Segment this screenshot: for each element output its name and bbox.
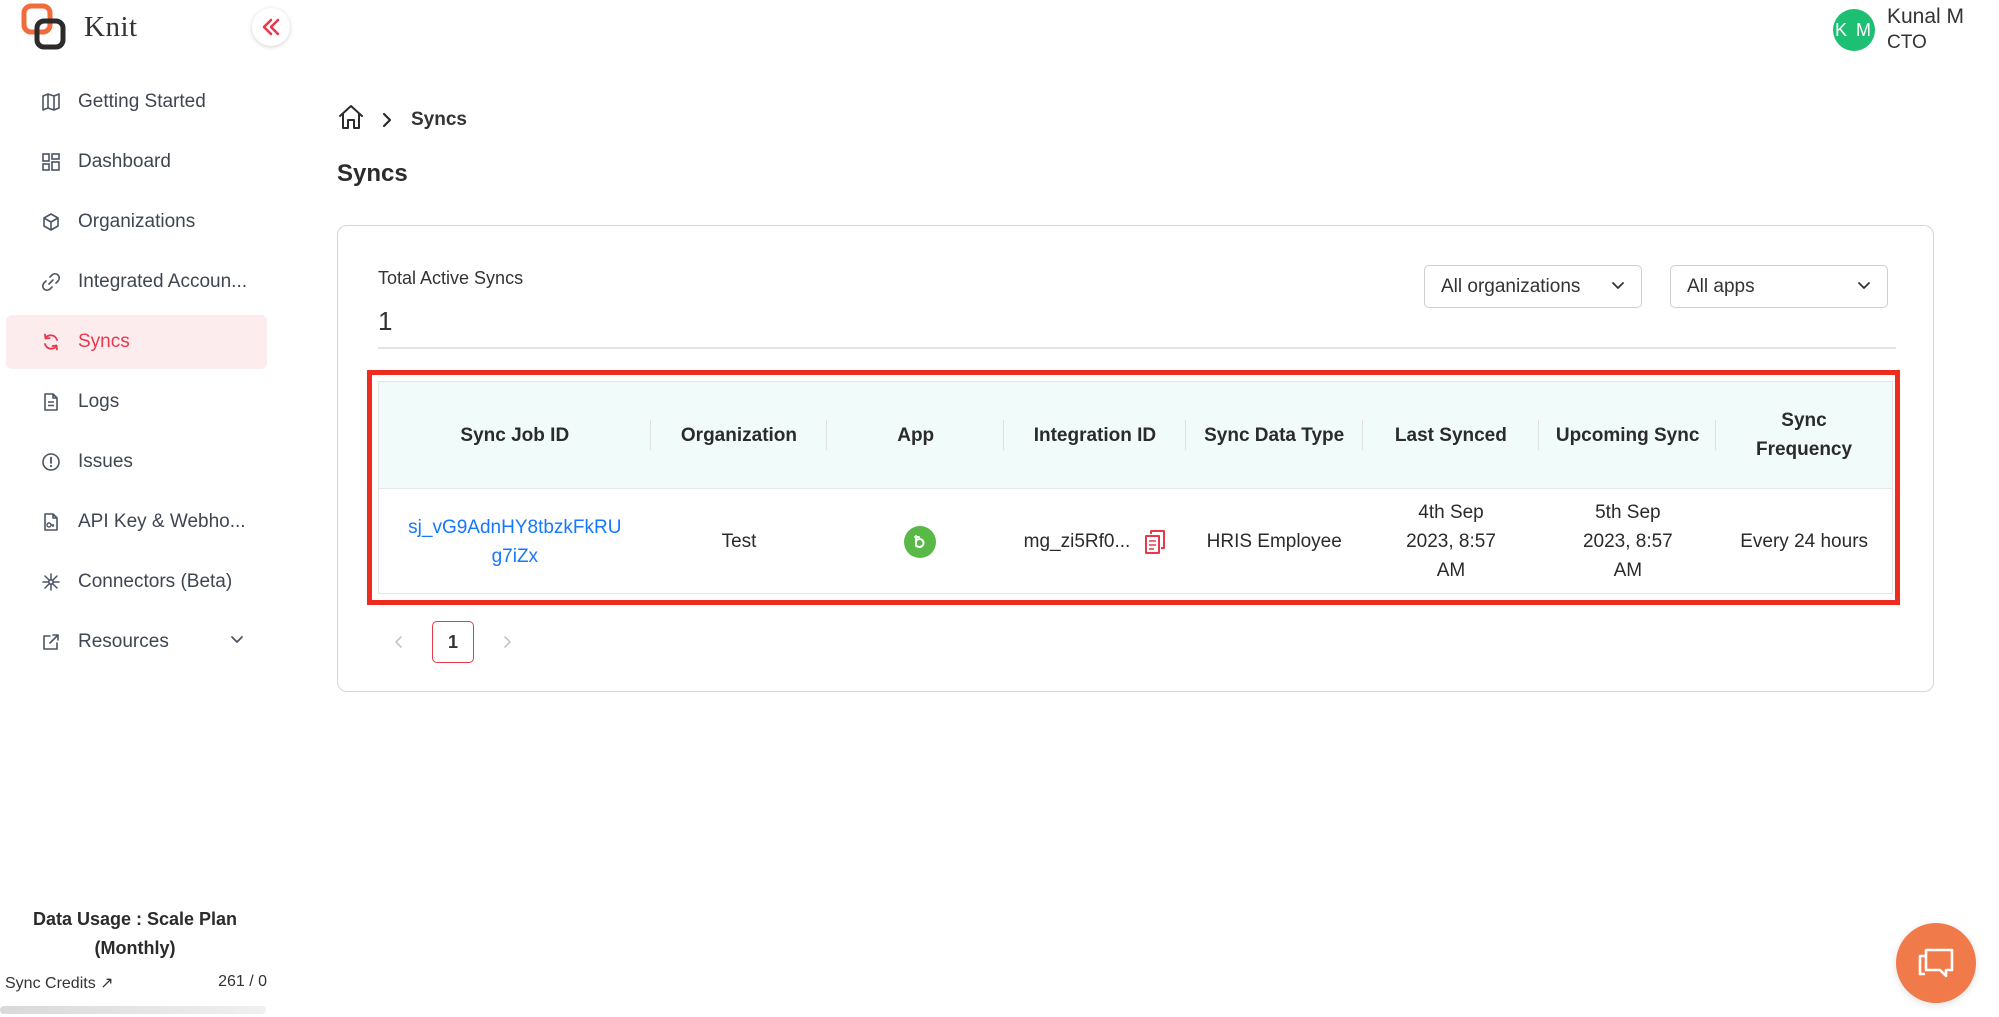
chevron-down-icon[interactable] — [229, 631, 245, 653]
pagination: 1 — [378, 621, 528, 663]
map-icon — [40, 91, 62, 113]
sidebar-item-dashboard[interactable]: Dashboard — [6, 135, 267, 189]
sync-credits[interactable]: Sync Credits ↗ 261 / 0 — [5, 973, 267, 993]
app-name: Knit — [84, 10, 138, 43]
user-name: Kunal M — [1887, 5, 1965, 28]
sidebar-item-label: Connectors (Beta) — [78, 571, 233, 592]
sidebar-item-label: Syncs — [78, 331, 130, 352]
chat-icon — [1918, 948, 1954, 978]
sidebar-nav: Getting Started Dashboard Organizations … — [6, 75, 267, 675]
page-number-button[interactable]: 1 — [432, 621, 474, 663]
sync-credits-value: 261 / 0 — [218, 973, 267, 990]
total-active-syncs-value: 1 — [378, 306, 393, 336]
sync-icon — [40, 331, 62, 353]
user-role: CTO — [1887, 32, 1927, 53]
sidebar-item-label: Logs — [78, 391, 120, 412]
annotation-highlight-box — [367, 370, 1900, 605]
breadcrumb-current: Syncs — [411, 109, 467, 130]
connectors-icon — [40, 571, 62, 593]
data-usage-title: Data Usage : Scale Plan (Monthly) — [32, 909, 238, 958]
apps-filter-select[interactable]: All apps — [1670, 265, 1888, 308]
chevron-right-icon — [381, 112, 393, 128]
sidebar-item-connectors[interactable]: Connectors (Beta) — [6, 555, 267, 609]
collapse-sidebar-button[interactable] — [252, 8, 290, 46]
sidebar-item-logs[interactable]: Logs — [6, 375, 267, 429]
syncs-card: Total Active Syncs 1 All organizations A… — [337, 225, 1934, 692]
sidebar-item-integrated-accounts[interactable]: Integrated Accoun... — [6, 255, 267, 309]
sidebar-item-issues[interactable]: Issues — [6, 435, 267, 489]
previous-page-button[interactable] — [378, 621, 420, 663]
brand-logo[interactable]: Knit — [20, 2, 138, 52]
chevron-down-icon — [1857, 276, 1871, 298]
sidebar-item-label: Issues — [78, 451, 133, 472]
sidebar-item-resources[interactable]: Resources — [6, 615, 267, 669]
page-title: Syncs — [337, 160, 408, 187]
sync-credits-link[interactable]: Sync Credits ↗ — [5, 973, 114, 993]
sidebar-item-organizations[interactable]: Organizations — [6, 195, 267, 249]
document-icon — [40, 391, 62, 413]
organization-filter-value: All organizations — [1441, 275, 1581, 297]
sidebar-item-label: API Key & Webho... — [78, 511, 246, 532]
sidebar: Knit Getting Started Dashboard Organizat… — [0, 0, 290, 1017]
sidebar-item-label: Resources — [78, 631, 169, 652]
key-file-icon — [40, 511, 62, 533]
user-menu[interactable]: K M Kunal M CTO — [1833, 4, 1964, 56]
home-icon[interactable] — [337, 104, 365, 136]
double-chevron-left-icon — [262, 18, 280, 36]
chevron-down-icon — [1611, 276, 1625, 298]
total-active-syncs-label: Total Active Syncs — [378, 268, 524, 288]
sidebar-item-label: Integrated Accoun... — [78, 271, 248, 292]
sidebar-item-syncs[interactable]: Syncs — [6, 315, 267, 369]
sidebar-item-label: Organizations — [78, 211, 196, 232]
sync-credits-bar — [0, 1006, 266, 1014]
apps-filter-value: All apps — [1687, 275, 1755, 297]
cube-icon — [40, 211, 62, 233]
external-link-icon — [40, 631, 62, 653]
link-icon — [40, 271, 62, 293]
divider — [378, 347, 1896, 349]
knit-logo-icon — [20, 2, 70, 52]
chat-support-button[interactable] — [1896, 923, 1976, 1003]
next-page-button[interactable] — [486, 621, 528, 663]
breadcrumb: Syncs — [337, 104, 467, 136]
sidebar-item-api-key-webhooks[interactable]: API Key & Webho... — [6, 495, 267, 549]
chevron-left-icon — [395, 636, 402, 648]
sidebar-item-getting-started[interactable]: Getting Started — [6, 75, 267, 129]
alert-icon — [40, 451, 62, 473]
avatar: K M — [1833, 9, 1875, 51]
grid-icon — [40, 151, 62, 173]
sidebar-item-label: Getting Started — [78, 91, 206, 112]
chevron-right-icon — [504, 636, 511, 648]
sidebar-item-label: Dashboard — [78, 151, 171, 172]
organization-filter-select[interactable]: All organizations — [1424, 265, 1642, 308]
